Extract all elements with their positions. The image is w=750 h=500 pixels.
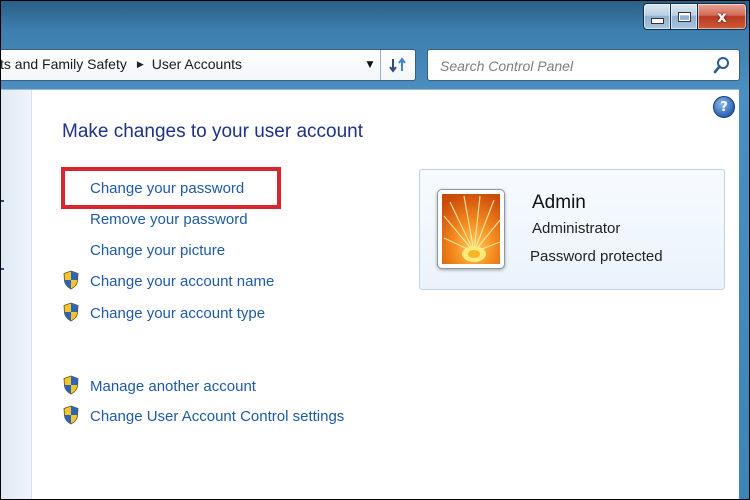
minimize-icon <box>650 18 664 24</box>
user-account-card: Admin Administrator Password protected <box>419 169 725 290</box>
breadcrumb: ts and Family Safety ▶ User Accounts <box>1 56 242 72</box>
window-controls: x <box>643 3 747 30</box>
close-button[interactable]: x <box>698 3 747 30</box>
close-icon: x <box>717 7 727 26</box>
chevron-down-icon[interactable]: ▼ <box>359 50 381 80</box>
uac-shield-icon <box>63 405 79 425</box>
change-account-type-link[interactable]: Change your account type <box>90 305 265 322</box>
breadcrumb-item-user-accounts[interactable]: User Accounts <box>152 56 242 72</box>
breadcrumb-item-family-safety[interactable]: ts and Family Safety <box>1 56 127 72</box>
refresh-button[interactable] <box>380 50 415 80</box>
page-title: Make changes to your user account <box>62 121 364 142</box>
user-name: Admin <box>532 192 586 213</box>
maximize-button[interactable] <box>671 3 698 30</box>
nav-tick <box>1 268 4 270</box>
control-panel-window: x ts and Family Safety ▶ User Accounts ▼ ?… <box>0 0 750 500</box>
minimize-button[interactable] <box>643 3 671 30</box>
manage-another-account-link[interactable]: Manage another account <box>90 378 256 395</box>
nav-tick <box>1 200 4 202</box>
change-uac-settings-link[interactable]: Change User Account Control settings <box>90 408 344 425</box>
password-status: Password protected <box>530 248 663 265</box>
uac-shield-icon <box>63 375 79 395</box>
uac-shield-icon <box>63 302 79 322</box>
maximize-icon <box>677 11 691 22</box>
flower-picture-icon <box>442 194 501 264</box>
user-avatar[interactable] <box>437 189 505 269</box>
navigation-pane <box>1 90 32 499</box>
breadcrumb-arrow-icon[interactable]: ▶ <box>137 59 144 70</box>
search-input[interactable] <box>438 55 702 77</box>
remove-password-link[interactable]: Remove your password <box>90 211 248 228</box>
search-icon[interactable] <box>713 56 731 74</box>
uac-shield-icon <box>63 270 79 290</box>
address-bar[interactable]: ts and Family Safety ▶ User Accounts ▼ <box>1 49 416 81</box>
help-icon[interactable]: ? <box>713 96 735 118</box>
refresh-icon <box>389 57 406 73</box>
change-account-name-link[interactable]: Change your account name <box>90 273 274 290</box>
change-password-link[interactable]: Change your password <box>90 180 244 197</box>
search-box[interactable] <box>427 49 740 81</box>
user-account-type: Administrator <box>532 220 621 237</box>
change-picture-link[interactable]: Change your picture <box>90 242 225 259</box>
content-pane: ? Make changes to your user account Chan… <box>1 89 739 499</box>
